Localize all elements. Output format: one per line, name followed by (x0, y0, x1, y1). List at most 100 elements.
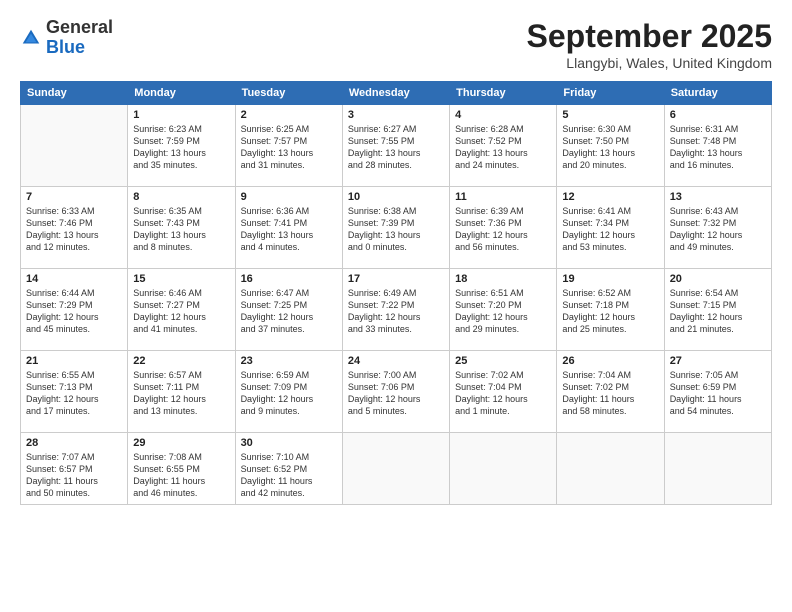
calendar-cell: 28 Sunrise: 7:07 AMSunset: 6:57 PMDayligh… (21, 433, 128, 505)
calendar-cell: 7Sunrise: 6:33 AMSunset: 7:46 PMDaylight… (21, 187, 128, 269)
calendar-cell: 13Sunrise: 6:43 AMSunset: 7:32 PMDayligh… (664, 187, 771, 269)
day-info: Sunrise: 6:59 AMSunset: 7:09 PMDaylight:… (241, 369, 337, 418)
title-block: September 2025 Llangybi, Wales, United K… (527, 18, 772, 71)
day-number: 27 (670, 355, 766, 367)
day-info: Sunrise: 6:25 AMSunset: 7:57 PMDaylight:… (241, 123, 337, 172)
day-number: 3 (348, 109, 444, 121)
calendar-cell: 25 Sunrise: 7:02 AMSunset: 7:04 PMDayligh… (450, 351, 557, 433)
calendar-cell: 21 Sunrise: 6:55 AMSunset: 7:13 PMDayligh… (21, 351, 128, 433)
calendar-cell: 19 Sunrise: 6:52 AMSunset: 7:18 PMDayligh… (557, 269, 664, 351)
day-number: 6 (670, 109, 766, 121)
day-info: Sunrise: 6:23 AMSunset: 7:59 PMDaylight:… (133, 123, 229, 172)
calendar-cell: 20 Sunrise: 6:54 AMSunset: 7:15 PMDayligh… (664, 269, 771, 351)
day-info: Sunrise: 6:38 AMSunset: 7:39 PMDaylight:… (348, 205, 444, 254)
day-number: 16 (241, 273, 337, 285)
calendar-cell: 17 Sunrise: 6:49 AMSunset: 7:22 PMDayligh… (342, 269, 449, 351)
day-info: Sunrise: 6:35 AMSunset: 7:43 PMDaylight:… (133, 205, 229, 254)
day-number: 7 (26, 191, 122, 203)
calendar-cell: 5 Sunrise: 6:30 AMSunset: 7:50 PMDaylight… (557, 105, 664, 187)
day-info: Sunrise: 7:02 AMSunset: 7:04 PMDaylight:… (455, 369, 551, 418)
day-number: 2 (241, 109, 337, 121)
day-number: 22 (133, 355, 229, 367)
day-number: 19 (562, 273, 658, 285)
logo-blue: Blue (46, 38, 113, 58)
day-info: Sunrise: 7:10 AMSunset: 6:52 PMDaylight:… (241, 451, 337, 500)
day-number: 4 (455, 109, 551, 121)
page: General Blue September 2025 Llangybi, Wa… (0, 0, 792, 612)
calendar-cell: 30 Sunrise: 7:10 AMSunset: 6:52 PMDayligh… (235, 433, 342, 505)
calendar-header-friday: Friday (557, 82, 664, 105)
calendar-cell: 29 Sunrise: 7:08 AMSunset: 6:55 PMDayligh… (128, 433, 235, 505)
day-number: 1 (133, 109, 229, 121)
calendar-cell: 2 Sunrise: 6:25 AMSunset: 7:57 PMDaylight… (235, 105, 342, 187)
day-number: 28 (26, 437, 122, 449)
day-info: Sunrise: 7:00 AMSunset: 7:06 PMDaylight:… (348, 369, 444, 418)
header: General Blue September 2025 Llangybi, Wa… (20, 18, 772, 71)
calendar-cell: 11 Sunrise: 6:39 AMSunset: 7:36 PMDayligh… (450, 187, 557, 269)
calendar-cell: 27 Sunrise: 7:05 AMSunset: 6:59 PMDayligh… (664, 351, 771, 433)
month-title: September 2025 (527, 18, 772, 55)
day-number: 10 (348, 191, 444, 203)
calendar-cell: 16 Sunrise: 6:47 AMSunset: 7:25 PMDayligh… (235, 269, 342, 351)
calendar: SundayMondayTuesdayWednesdayThursdayFrid… (20, 81, 772, 505)
day-info: Sunrise: 7:04 AMSunset: 7:02 PMDaylight:… (562, 369, 658, 418)
day-info: Sunrise: 7:08 AMSunset: 6:55 PMDaylight:… (133, 451, 229, 500)
day-info: Sunrise: 6:30 AMSunset: 7:50 PMDaylight:… (562, 123, 658, 172)
calendar-header-row: SundayMondayTuesdayWednesdayThursdayFrid… (21, 82, 772, 105)
day-number: 25 (455, 355, 551, 367)
calendar-header-thursday: Thursday (450, 82, 557, 105)
day-number: 24 (348, 355, 444, 367)
day-info: Sunrise: 6:49 AMSunset: 7:22 PMDaylight:… (348, 287, 444, 336)
day-number: 5 (562, 109, 658, 121)
day-number: 21 (26, 355, 122, 367)
day-number: 29 (133, 437, 229, 449)
day-info: Sunrise: 6:39 AMSunset: 7:36 PMDaylight:… (455, 205, 551, 254)
calendar-cell (557, 433, 664, 505)
calendar-cell: 8 Sunrise: 6:35 AMSunset: 7:43 PMDaylight… (128, 187, 235, 269)
day-number: 11 (455, 191, 551, 203)
calendar-cell: 14 Sunrise: 6:44 AMSunset: 7:29 PMDayligh… (21, 269, 128, 351)
day-number: 14 (26, 273, 122, 285)
day-info: Sunrise: 7:05 AMSunset: 6:59 PMDaylight:… (670, 369, 766, 418)
calendar-cell: 3Sunrise: 6:27 AMSunset: 7:55 PMDaylight… (342, 105, 449, 187)
day-info: Sunrise: 6:44 AMSunset: 7:29 PMDaylight:… (26, 287, 122, 336)
day-info: Sunrise: 7:07 AMSunset: 6:57 PMDaylight:… (26, 451, 122, 500)
day-number: 30 (241, 437, 337, 449)
calendar-cell (21, 105, 128, 187)
calendar-cell: 10 Sunrise: 6:38 AMSunset: 7:39 PMDayligh… (342, 187, 449, 269)
calendar-cell: 9Sunrise: 6:36 AMSunset: 7:41 PMDaylight… (235, 187, 342, 269)
day-number: 9 (241, 191, 337, 203)
calendar-cell: 12Sunrise: 6:41 AMSunset: 7:34 PMDayligh… (557, 187, 664, 269)
calendar-header-wednesday: Wednesday (342, 82, 449, 105)
calendar-cell (664, 433, 771, 505)
logo-text: General Blue (46, 18, 113, 58)
day-info: Sunrise: 6:47 AMSunset: 7:25 PMDaylight:… (241, 287, 337, 336)
day-info: Sunrise: 6:57 AMSunset: 7:11 PMDaylight:… (133, 369, 229, 418)
logo: General Blue (20, 18, 113, 58)
calendar-header-tuesday: Tuesday (235, 82, 342, 105)
day-info: Sunrise: 6:41 AMSunset: 7:34 PMDaylight:… (562, 205, 658, 254)
day-number: 8 (133, 191, 229, 203)
calendar-week-3: 14 Sunrise: 6:44 AMSunset: 7:29 PMDayligh… (21, 269, 772, 351)
day-info: Sunrise: 6:55 AMSunset: 7:13 PMDaylight:… (26, 369, 122, 418)
day-number: 23 (241, 355, 337, 367)
logo-general: General (46, 18, 113, 38)
calendar-cell: 1 Sunrise: 6:23 AMSunset: 7:59 PMDaylight… (128, 105, 235, 187)
day-info: Sunrise: 6:46 AMSunset: 7:27 PMDaylight:… (133, 287, 229, 336)
day-info: Sunrise: 6:52 AMSunset: 7:18 PMDaylight:… (562, 287, 658, 336)
calendar-cell: 15Sunrise: 6:46 AMSunset: 7:27 PMDayligh… (128, 269, 235, 351)
day-info: Sunrise: 6:54 AMSunset: 7:15 PMDaylight:… (670, 287, 766, 336)
calendar-cell: 22 Sunrise: 6:57 AMSunset: 7:11 PMDayligh… (128, 351, 235, 433)
day-info: Sunrise: 6:51 AMSunset: 7:20 PMDaylight:… (455, 287, 551, 336)
calendar-cell: 23 Sunrise: 6:59 AMSunset: 7:09 PMDayligh… (235, 351, 342, 433)
calendar-cell: 24 Sunrise: 7:00 AMSunset: 7:06 PMDayligh… (342, 351, 449, 433)
day-info: Sunrise: 6:43 AMSunset: 7:32 PMDaylight:… (670, 205, 766, 254)
calendar-cell: 4 Sunrise: 6:28 AMSunset: 7:52 PMDaylight… (450, 105, 557, 187)
day-info: Sunrise: 6:28 AMSunset: 7:52 PMDaylight:… (455, 123, 551, 172)
calendar-week-1: 1 Sunrise: 6:23 AMSunset: 7:59 PMDaylight… (21, 105, 772, 187)
day-number: 20 (670, 273, 766, 285)
day-number: 17 (348, 273, 444, 285)
calendar-header-saturday: Saturday (664, 82, 771, 105)
calendar-cell (450, 433, 557, 505)
calendar-cell (342, 433, 449, 505)
